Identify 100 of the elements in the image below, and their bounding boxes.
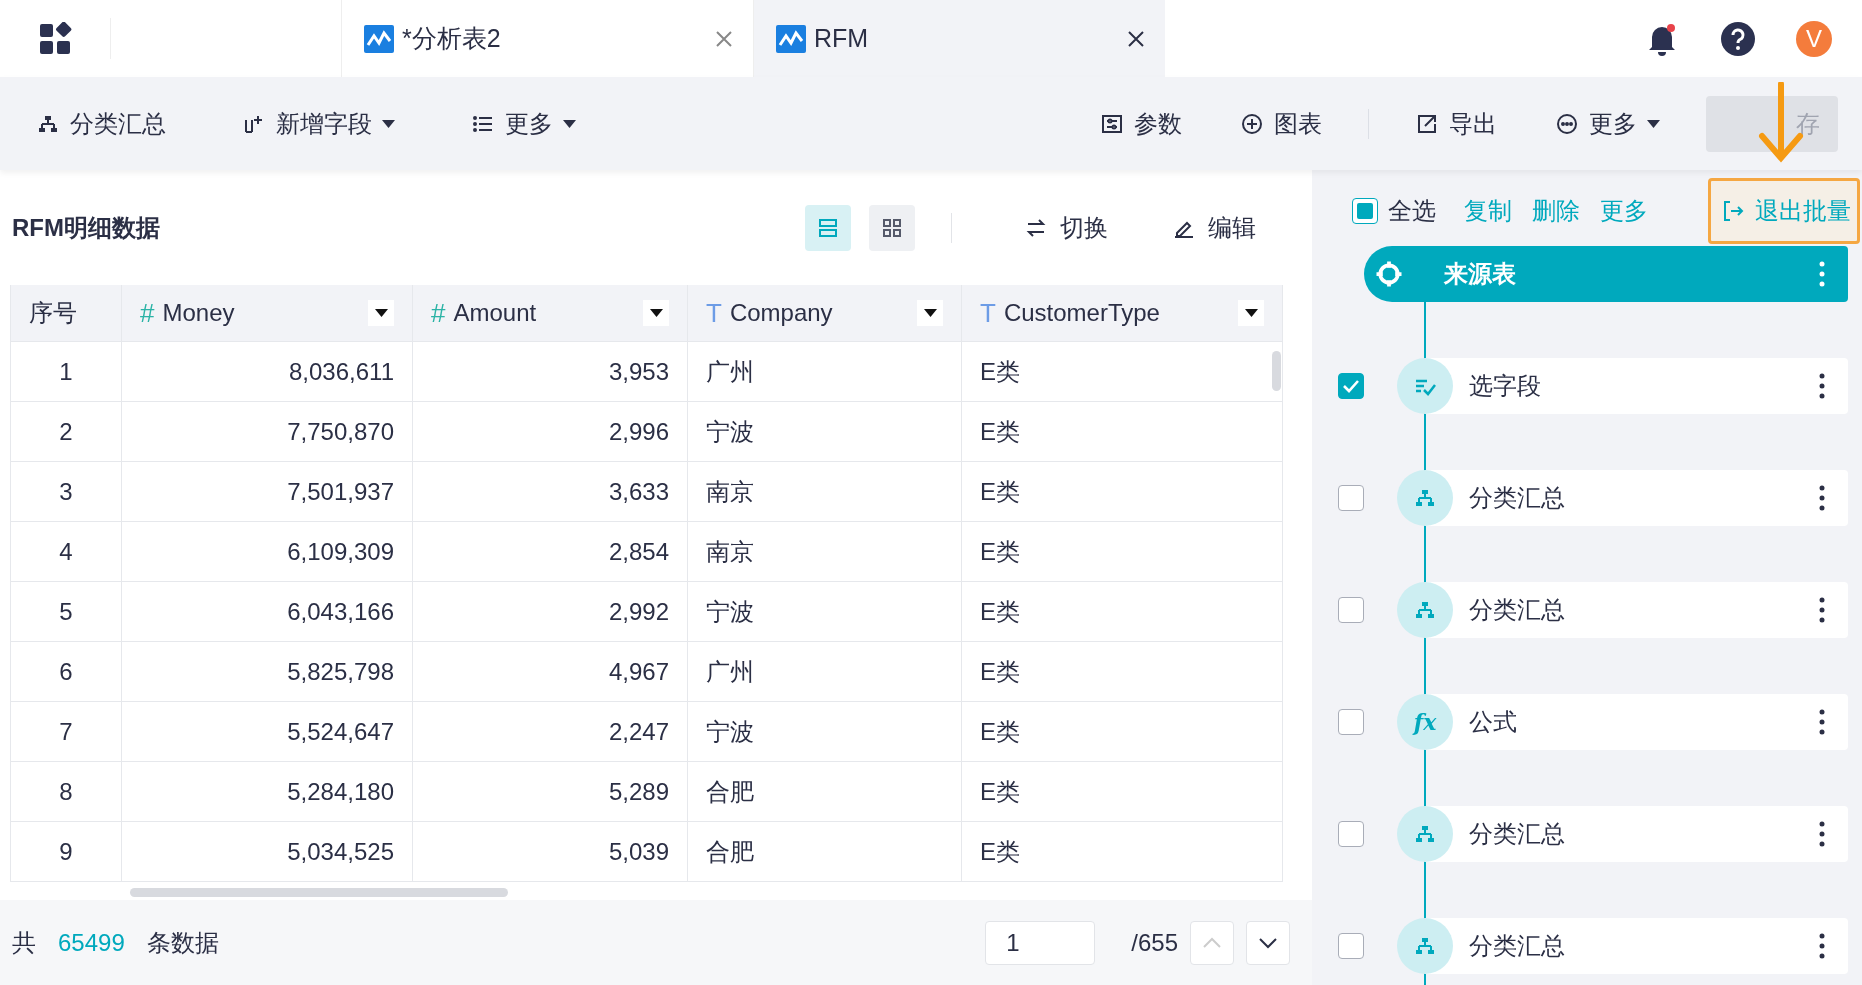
node-label: 公式 — [1469, 707, 1518, 737]
column-dropdown[interactable] — [368, 300, 394, 326]
table-cell: 7,501,937 — [122, 462, 413, 522]
column-dropdown[interactable] — [643, 300, 669, 326]
view-toggle[interactable] — [805, 204, 851, 251]
plus-circle-icon — [1240, 111, 1264, 136]
toolbar-button[interactable]: 图表 — [1228, 107, 1334, 140]
table-cell: E类 — [962, 822, 1283, 882]
kebab-menu-icon[interactable] — [1818, 709, 1826, 735]
column-header[interactable]: T CustomerType — [962, 285, 1283, 342]
table-cell: 8 — [10, 762, 122, 822]
footer-text: 条数据 — [146, 927, 219, 958]
table-cell: 合肥 — [688, 762, 962, 822]
table-cell: 8,036,611 — [122, 342, 413, 402]
help-icon[interactable] — [1720, 20, 1756, 57]
table-cell: 2,854 — [413, 522, 688, 582]
apps-icon[interactable] — [38, 21, 72, 56]
table-cell: 5,825,798 — [122, 642, 413, 702]
table-cell: 6,043,166 — [122, 582, 413, 642]
toolbar-button[interactable]: 导出 — [1403, 107, 1509, 140]
caret-icon — [1244, 309, 1258, 317]
tab[interactable]: *分析表2 — [341, 0, 753, 77]
column-header[interactable]: 序号 — [10, 285, 122, 342]
kebab-menu-icon[interactable] — [1818, 485, 1826, 511]
checkbox-label: 全选 — [1388, 196, 1436, 226]
kebab-menu-icon[interactable] — [1818, 597, 1826, 623]
view-toggle[interactable] — [869, 204, 915, 251]
table-cell: 7,750,870 — [122, 402, 413, 462]
tab-title: RFM — [814, 24, 870, 53]
column-label: Amount — [453, 299, 538, 327]
checkbox[interactable] — [1338, 709, 1364, 735]
crosshair-icon — [1374, 259, 1404, 289]
kebab-menu-icon[interactable] — [1818, 933, 1826, 959]
chart-icon — [776, 24, 806, 53]
panel-action-button[interactable]: 编辑 — [1166, 210, 1262, 245]
table-cell: 6 — [10, 642, 122, 702]
kebab-menu-icon[interactable] — [1818, 821, 1826, 847]
exit-icon — [1721, 199, 1745, 223]
table-cell: 3 — [10, 462, 122, 522]
table-cell: 2 — [10, 402, 122, 462]
column-header[interactable]: # Amount — [413, 285, 688, 342]
more-icon — [1555, 111, 1579, 136]
node-label: 选字段 — [1469, 371, 1542, 401]
chart-icon — [364, 24, 394, 53]
type-icon: # — [140, 297, 155, 329]
checkbox[interactable] — [1338, 373, 1364, 399]
table-cell: 宁波 — [688, 582, 962, 642]
caret-icon — [649, 309, 663, 317]
table-cell: E类 — [962, 642, 1283, 702]
toolbar-button[interactable]: 分类汇总 — [24, 107, 178, 140]
table-cell: 合肥 — [688, 822, 962, 882]
column-label: Money — [162, 299, 236, 327]
kebab-menu-icon[interactable] — [1818, 373, 1826, 399]
checkbox[interactable] — [1338, 821, 1364, 847]
checkbox[interactable] — [1338, 485, 1364, 511]
select-all-checkbox[interactable] — [1352, 198, 1378, 224]
table-cell: 宁波 — [688, 702, 962, 762]
toolbar-button[interactable]: 更多 — [459, 107, 588, 140]
column-header[interactable]: # Money — [122, 285, 413, 342]
checkbox[interactable] — [1338, 597, 1364, 623]
caret-icon — [923, 309, 937, 317]
column-header[interactable]: T Company — [688, 285, 962, 342]
table-cell: 南京 — [688, 522, 962, 582]
panel-action-button[interactable]: 切换 — [1018, 210, 1114, 245]
table-cell: 2,996 — [413, 402, 688, 462]
page-input[interactable]: 1 — [985, 920, 1096, 965]
checkbox[interactable] — [1338, 933, 1364, 959]
node-label: 来源表 — [1444, 259, 1517, 289]
table-cell: 7 — [10, 702, 122, 762]
table-cell: 5,034,525 — [122, 822, 413, 882]
table-cell: 3,953 — [413, 342, 688, 402]
scrollbar[interactable] — [130, 888, 508, 897]
table-cell: 4,967 — [413, 642, 688, 702]
table-cell: E类 — [962, 522, 1283, 582]
next-page-button[interactable] — [1246, 920, 1290, 965]
toolbar-button[interactable]: 新增字段 — [230, 107, 407, 140]
column-dropdown[interactable] — [1238, 300, 1264, 326]
table-cell: E类 — [962, 462, 1283, 522]
table-cell: 5,524,647 — [122, 702, 413, 762]
table-cell: 2,992 — [413, 582, 688, 642]
tab[interactable]: RFM — [753, 0, 1165, 77]
toolbar-button[interactable]: 更多 — [1543, 107, 1672, 140]
table-cell: 广州 — [688, 342, 962, 402]
scrollbar[interactable] — [1272, 351, 1281, 391]
node-label: 分类汇总 — [1469, 483, 1566, 513]
table-cell: E类 — [962, 582, 1283, 642]
node-label: 分类汇总 — [1469, 819, 1566, 849]
type-icon: T — [706, 297, 722, 329]
type-icon: T — [980, 297, 996, 329]
page-total: /655 — [1131, 928, 1178, 957]
table-cell: 3,633 — [413, 462, 688, 522]
column-dropdown[interactable] — [917, 300, 943, 326]
table-cell: E类 — [962, 402, 1283, 462]
table-cell: 4 — [10, 522, 122, 582]
table-cell: 宁波 — [688, 402, 962, 462]
footer-text: 共 — [12, 927, 36, 958]
type-icon: # — [431, 297, 446, 329]
toolbar-button[interactable]: 参数 — [1088, 107, 1194, 140]
tab-title: *分析表2 — [402, 23, 502, 54]
table-cell: 5,039 — [413, 822, 688, 882]
